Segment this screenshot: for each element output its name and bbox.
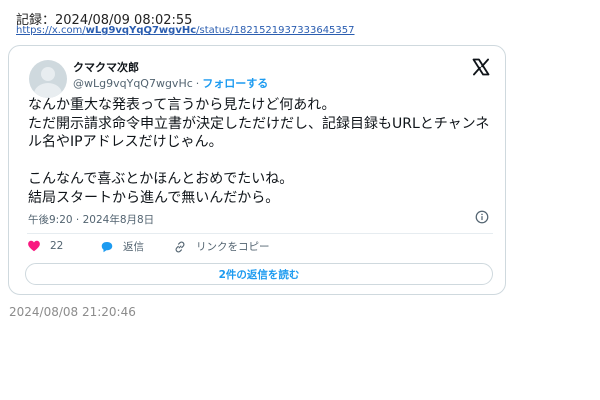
reply-button[interactable]: 返信	[100, 239, 144, 254]
follow-button[interactable]: フォローする	[202, 77, 268, 90]
reply-label: 返信	[123, 241, 144, 253]
separator-dot: ·	[195, 77, 200, 90]
like-button[interactable]: 22	[27, 239, 63, 253]
copy-link-label: リンクをコピー	[196, 241, 270, 253]
avatar-head	[41, 67, 55, 81]
link-icon	[175, 241, 185, 252]
handle-row: @wLg9vqYqQ7wgvHc · フォローする	[73, 75, 268, 91]
tweet-timestamp[interactable]: 午後9:20 · 2024年8月8日	[28, 212, 154, 227]
copy-link-button[interactable]: リンクをコピー	[173, 239, 270, 254]
record-url-link[interactable]: https://x.com/wLg9vqYqQ7wgvHc/status/182…	[16, 25, 355, 36]
display-name[interactable]: クマクマ次郎	[73, 59, 139, 75]
read-replies-button[interactable]: 2件の返信を読む	[25, 263, 493, 285]
footer-date: 2024/08/08 21:20:46	[9, 305, 136, 319]
x-logo-icon[interactable]	[471, 57, 491, 77]
tweet-text: なんか重大な発表って言うから見たけど何あれ。 ただ開示請求命令申立書が決定しただ…	[28, 97, 490, 206]
tweet-card: クマクマ次郎 @wLg9vqYqQ7wgvHc · フォローする なんか重大な発表っ…	[8, 45, 506, 295]
info-icon[interactable]	[475, 210, 489, 224]
avatar[interactable]	[29, 60, 67, 98]
divider	[27, 233, 493, 234]
like-count: 22	[50, 240, 64, 252]
url-prefix: https://x.com/	[16, 25, 86, 36]
reply-icon	[101, 241, 113, 252]
url-user: wLg9vqYqQ7wgvHc	[85, 25, 197, 36]
heart-icon	[28, 240, 40, 252]
url-suffix: /status/1821521937333645357	[196, 25, 355, 36]
user-handle[interactable]: @wLg9vqYqQ7wgvHc	[73, 77, 193, 90]
